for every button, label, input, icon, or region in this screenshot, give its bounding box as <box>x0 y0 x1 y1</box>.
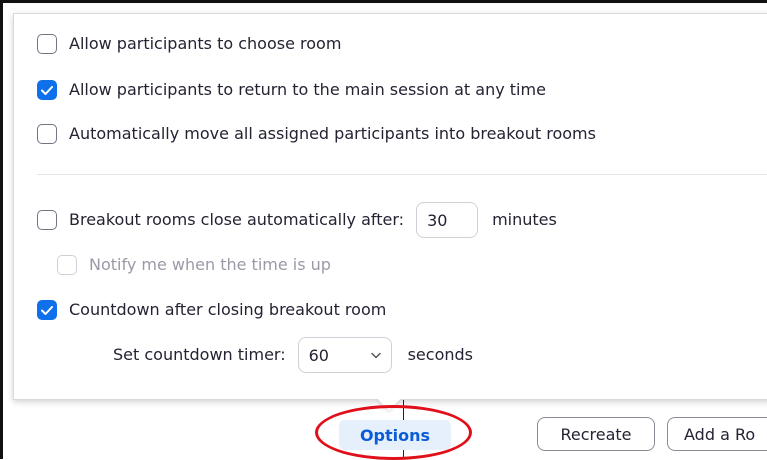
checkmark-icon <box>41 85 53 95</box>
option-auto-move[interactable]: Automatically move all assigned particip… <box>37 124 596 144</box>
section-divider <box>37 174 767 175</box>
seconds-unit: seconds <box>407 345 473 364</box>
countdown-timer-label: Set countdown timer: <box>113 345 286 364</box>
countdown-timer-row: Set countdown timer: 60 seconds <box>113 337 473 373</box>
countdown-timer-select[interactable]: 60 <box>297 337 392 373</box>
option-label: Automatically move all assigned particip… <box>69 124 596 143</box>
recreate-button[interactable]: Recreate <box>537 417 655 451</box>
option-label: Notify me when the time is up <box>89 255 331 274</box>
option-allow-choose-room[interactable]: Allow participants to choose room <box>37 34 341 54</box>
option-allow-return-main[interactable]: Allow participants to return to the main… <box>37 80 546 100</box>
highlight-annotation <box>315 405 472 460</box>
minutes-unit: minutes <box>492 210 557 229</box>
checkbox-allow-return-main[interactable] <box>37 80 57 100</box>
option-label: Allow participants to return to the main… <box>69 80 546 99</box>
checkbox-countdown[interactable] <box>37 300 57 320</box>
option-label: Allow participants to choose room <box>69 34 342 53</box>
add-room-button[interactable]: Add a Ro <box>667 417 767 451</box>
option-label: Breakout rooms close automatically after… <box>69 210 405 229</box>
option-auto-close[interactable]: Breakout rooms close automatically after… <box>37 202 557 238</box>
checkmark-icon <box>41 305 53 315</box>
checkbox-notify <box>57 255 77 275</box>
close-minutes-input[interactable]: 30 <box>416 202 479 238</box>
option-label: Countdown after closing breakout room <box>69 300 387 319</box>
countdown-timer-value: 60 <box>308 345 329 365</box>
option-notify: Notify me when the time is up <box>57 255 331 275</box>
option-countdown[interactable]: Countdown after closing breakout room <box>37 300 386 320</box>
checkbox-auto-move[interactable] <box>37 124 57 144</box>
checkbox-allow-choose-room[interactable] <box>37 34 57 54</box>
checkbox-auto-close[interactable] <box>37 210 57 230</box>
chevron-down-icon <box>370 352 381 358</box>
